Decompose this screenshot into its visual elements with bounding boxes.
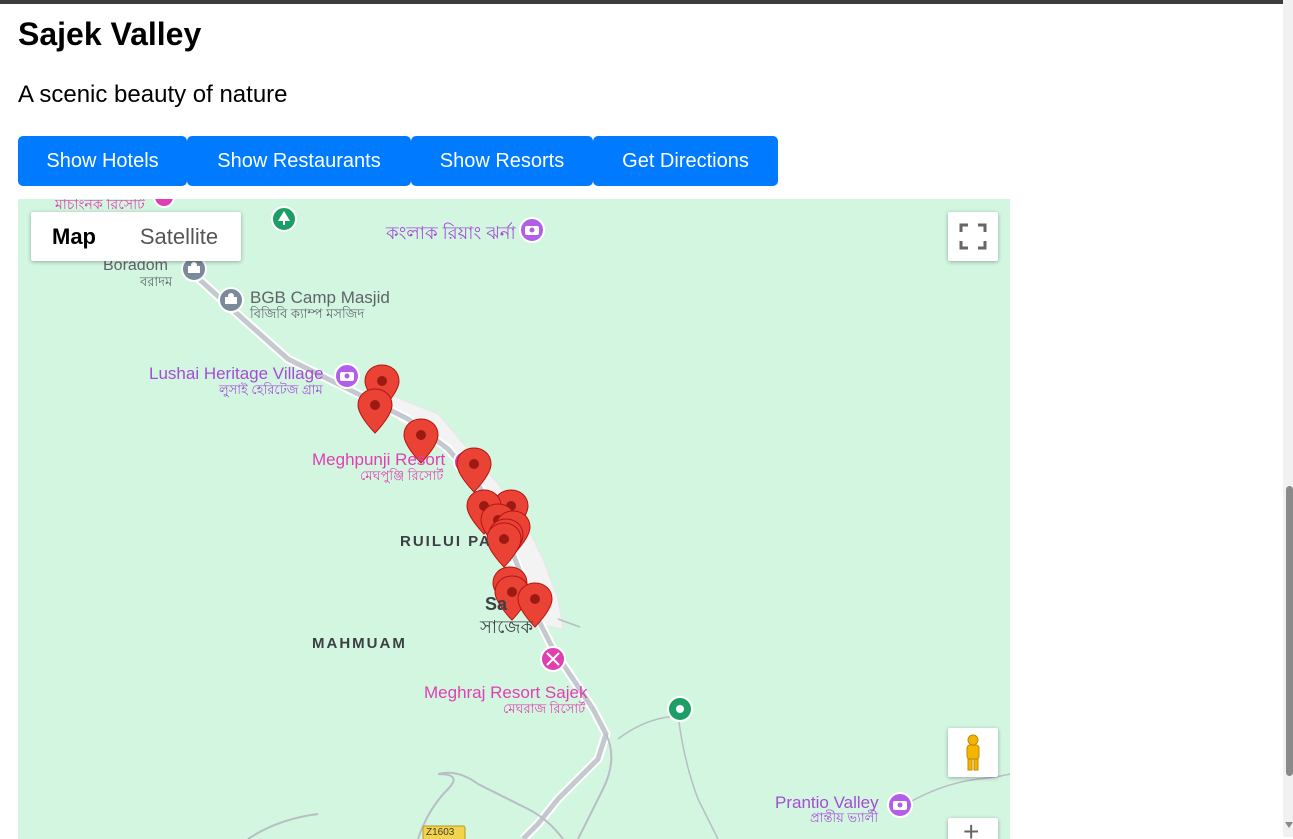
map-canvas[interactable]: মাচাংনক রিসোর্ট কংলাক রিয়াং ঝর্না Borad… — [18, 199, 1010, 839]
get-directions-button[interactable]: Get Directions — [593, 136, 778, 186]
show-hotels-button[interactable]: Show Hotels — [18, 136, 187, 186]
page-scrollbar-thumb[interactable] — [1286, 486, 1293, 776]
park-icon — [667, 696, 693, 722]
zoom-in-button[interactable]: + — [948, 816, 998, 839]
meghpunji-resort-bn-label: মেঘপুঞ্জি রিসোর্ট — [360, 468, 444, 483]
tree-icon — [271, 206, 297, 232]
pegman-icon — [966, 734, 980, 771]
camera-icon — [334, 363, 360, 389]
page-title: Sajek Valley — [18, 16, 202, 52]
secondary-road — [577, 733, 613, 839]
prantio-valley-bn-label: প্রান্তীয় ভ্যালী — [810, 810, 879, 825]
resort-icon — [540, 646, 566, 672]
camera-icon — [887, 792, 913, 818]
main-road — [184, 265, 611, 839]
window-top-border — [0, 0, 1293, 4]
mosque-icon — [218, 287, 244, 313]
map-type-satellite-button[interactable]: Satellite — [117, 212, 241, 261]
mahmuam-label: MAHMUAM — [312, 635, 407, 652]
meghraj-resort-bn-label: মেঘরাজ রিসোর্ট — [503, 701, 586, 716]
secondary-road — [897, 773, 1010, 810]
page-subtitle: A scenic beauty of nature — [18, 81, 288, 108]
fullscreen-button[interactable] — [948, 212, 998, 261]
ruilui-para-label: RUILUI PA — [400, 533, 492, 550]
map-type-control: Map Satellite — [31, 212, 241, 261]
zoom-in-icon: + — [963, 816, 980, 839]
bgb-camp-masjid-bn-label: বিজিবি ক্যাম্প মসজিদ — [250, 306, 365, 321]
lushai-heritage-village-bn-label: লুসাই হেরিটেজ গ্রাম — [219, 382, 323, 397]
konglak-waterfall-label[interactable]: কংলাক রিয়াং ঝর্না — [386, 219, 516, 250]
sajek-bn-label: সাজেক — [480, 617, 534, 637]
street-view-pegman-button[interactable] — [948, 728, 998, 777]
show-restaurants-button[interactable]: Show Restaurants — [187, 136, 411, 186]
hotel-marker — [357, 388, 393, 434]
secondary-road — [247, 813, 319, 839]
action-buttons: Show Hotels Show Restaurants Show Resort… — [18, 136, 778, 186]
boradom-bn-label: বরাদম — [140, 274, 173, 289]
secondary-road — [677, 713, 719, 839]
sajek-label: Sa — [485, 594, 508, 614]
map-base-layer — [153, 199, 1010, 839]
map-type-map-button[interactable]: Map — [31, 212, 117, 261]
fullscreen-icon — [959, 223, 987, 250]
show-resorts-button[interactable]: Show Resorts — [411, 136, 593, 186]
resort-icon — [153, 199, 175, 208]
road-number-label: Z1603 — [426, 827, 455, 838]
scroll-down-arrow-icon[interactable] — [1285, 822, 1293, 828]
camera-icon — [519, 217, 545, 243]
